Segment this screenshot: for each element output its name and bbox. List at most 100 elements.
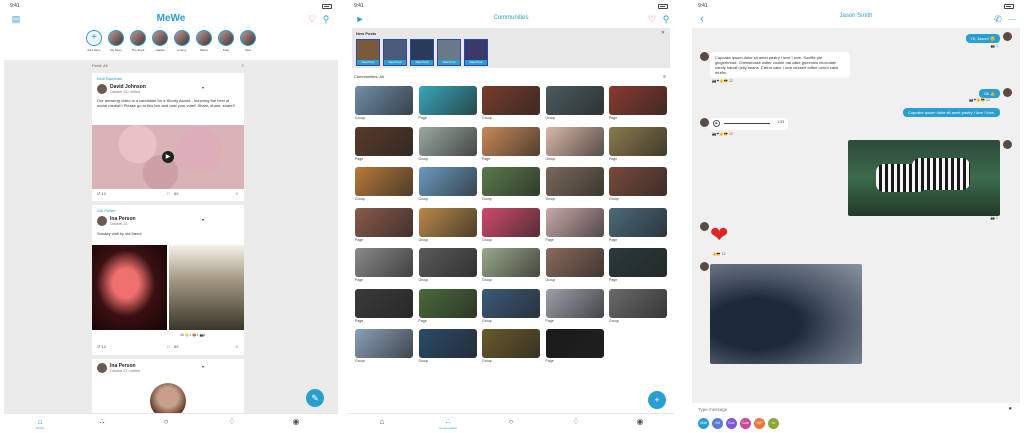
chevron-down-icon[interactable]: ▾ bbox=[202, 364, 204, 369]
avatar[interactable] bbox=[97, 84, 107, 94]
tab-communities[interactable]: ∴ bbox=[92, 417, 112, 426]
feed-filter[interactable]: Feed: All ≡ bbox=[92, 63, 244, 71]
story-item[interactable]: Marta bbox=[194, 30, 214, 52]
tab-profile[interactable]: ◉ bbox=[630, 417, 650, 426]
sort-icon[interactable]: ≡ bbox=[663, 74, 666, 80]
reaction-bar[interactable]: 👍😎 12 bbox=[712, 252, 726, 256]
image-message[interactable] bbox=[848, 140, 1000, 216]
voice-message[interactable]: ▶ 1:33 bbox=[710, 118, 788, 130]
mic-icon[interactable]: ● bbox=[1008, 406, 1012, 412]
search-icon[interactable]: ⚲ bbox=[320, 13, 332, 25]
share-icon[interactable]: ↺ bbox=[97, 344, 100, 349]
community-tile[interactable] bbox=[418, 248, 477, 277]
new-post-thumb[interactable]: New Post bbox=[356, 39, 380, 66]
tab-chat[interactable]: ○ bbox=[156, 417, 176, 426]
new-post-thumb[interactable]: New Post bbox=[383, 39, 407, 66]
story-item[interactable]: Kelly bbox=[216, 30, 236, 52]
contact-name[interactable]: Jason Smith bbox=[839, 13, 872, 19]
community-tile[interactable] bbox=[355, 207, 413, 237]
community-tile[interactable] bbox=[418, 288, 477, 318]
community-tile[interactable] bbox=[482, 86, 540, 115]
post-image[interactable] bbox=[92, 245, 167, 330]
community-tile[interactable] bbox=[355, 329, 413, 358]
post-image[interactable] bbox=[169, 245, 244, 330]
back-icon[interactable]: ‹ bbox=[696, 13, 708, 25]
audio-progress[interactable] bbox=[724, 123, 770, 124]
new-post-thumb[interactable]: New Post bbox=[437, 39, 461, 66]
heart-icon[interactable]: ♡ bbox=[646, 13, 658, 25]
community-tile[interactable] bbox=[355, 126, 413, 156]
story-item[interactable]: My Story bbox=[106, 30, 126, 52]
community-tile[interactable] bbox=[545, 86, 604, 115]
community-tile[interactable] bbox=[418, 167, 477, 196]
reaction-bar[interactable]: 40 👋1 📦1 📷1 bbox=[180, 333, 206, 337]
reaction-bar[interactable]: 📷 1 bbox=[991, 44, 998, 48]
play-icon[interactable]: ▶ bbox=[713, 120, 720, 127]
tab-home[interactable]: ⌂ bbox=[372, 417, 392, 426]
community-tile[interactable] bbox=[355, 288, 413, 318]
add-community-button[interactable]: + bbox=[648, 391, 666, 409]
emoji-icon[interactable]: ☺ bbox=[235, 344, 239, 349]
message-outgoing[interactable]: Hi, Jason! 😊 bbox=[966, 34, 1000, 43]
community-tile[interactable] bbox=[482, 248, 540, 277]
message-outgoing[interactable]: Ok 👍 bbox=[978, 89, 1000, 98]
community-tile[interactable] bbox=[418, 329, 477, 358]
chevron-down-icon[interactable]: ▾ bbox=[202, 85, 204, 90]
comment-icon[interactable]: □ bbox=[167, 344, 169, 349]
community-tile[interactable] bbox=[545, 126, 604, 156]
community-tile[interactable] bbox=[609, 126, 667, 156]
phone-icon[interactable]: ✆ bbox=[992, 13, 1004, 25]
community-tile[interactable] bbox=[545, 329, 604, 358]
community-tile[interactable] bbox=[545, 288, 604, 318]
story-item[interactable]: mattlee bbox=[150, 30, 170, 52]
avatar[interactable] bbox=[97, 216, 107, 226]
community-tile[interactable] bbox=[418, 86, 477, 115]
community-tile[interactable] bbox=[418, 207, 477, 237]
community-tile[interactable] bbox=[418, 126, 477, 156]
tab-chat[interactable]: ○ bbox=[501, 417, 521, 426]
chevron-down-icon[interactable]: ▾ bbox=[202, 217, 204, 222]
comment-icon[interactable]: □ bbox=[167, 191, 169, 196]
play-icon[interactable]: ▶ bbox=[162, 151, 174, 163]
tab-profile[interactable]: ◉ bbox=[286, 417, 306, 426]
communities-filter[interactable]: Communities: All bbox=[354, 74, 384, 79]
post-group[interactable]: Girl Power bbox=[97, 208, 116, 213]
community-tile[interactable] bbox=[482, 329, 540, 358]
heart-icon[interactable]: ❤ bbox=[710, 224, 728, 246]
community-tile[interactable] bbox=[609, 86, 667, 115]
option-button[interactable]: Hide bbox=[698, 418, 709, 429]
option-button[interactable]: GIF bbox=[754, 418, 765, 429]
option-button[interactable]: ••• bbox=[768, 418, 779, 429]
community-tile[interactable] bbox=[355, 86, 413, 115]
story-item[interactable]: Sam bbox=[238, 30, 258, 52]
close-icon[interactable]: ✕ bbox=[661, 30, 665, 36]
community-tile[interactable] bbox=[482, 288, 540, 318]
community-tile[interactable] bbox=[482, 207, 540, 237]
filter-icon[interactable]: ≡ bbox=[242, 63, 244, 68]
story-item[interactable]: jeremy bbox=[172, 30, 192, 52]
more-icon[interactable]: ⋯ bbox=[1006, 13, 1018, 25]
tab-notifications[interactable]: ♢ bbox=[566, 417, 586, 426]
reaction-bar[interactable]: 📷❤👍😎 12 bbox=[712, 79, 733, 83]
option-button[interactable]: Vid bbox=[712, 418, 723, 429]
avatar[interactable] bbox=[97, 363, 107, 373]
share-icon[interactable]: ↺ bbox=[97, 191, 100, 196]
image-message[interactable] bbox=[710, 264, 862, 364]
story-item[interactable]: The Rock bbox=[128, 30, 148, 52]
story-add[interactable]: + Add Story bbox=[84, 30, 104, 52]
tab-communities[interactable]: ∴ Communities bbox=[436, 417, 460, 430]
community-tile[interactable] bbox=[482, 126, 540, 156]
tab-home[interactable]: ⌂ Home bbox=[30, 417, 50, 430]
emoji-icon[interactable]: ☺ bbox=[235, 191, 239, 196]
new-post-thumb[interactable]: New Post bbox=[410, 39, 434, 66]
option-button[interactable]: Cam bbox=[740, 418, 751, 429]
compose-icon[interactable]: ▤ bbox=[10, 13, 22, 25]
reaction-bar[interactable]: 📷 1 bbox=[991, 216, 998, 220]
reaction-bar[interactable]: 📷❤👍😎 12 bbox=[969, 98, 990, 102]
option-button[interactable]: Doc bbox=[726, 418, 737, 429]
community-tile[interactable] bbox=[545, 248, 604, 277]
megaphone-icon[interactable]: ► bbox=[354, 13, 366, 25]
community-tile[interactable] bbox=[545, 207, 604, 237]
post-video[interactable]: ▶ bbox=[92, 125, 244, 189]
post-group[interactable]: Blue Bananas bbox=[97, 76, 122, 81]
